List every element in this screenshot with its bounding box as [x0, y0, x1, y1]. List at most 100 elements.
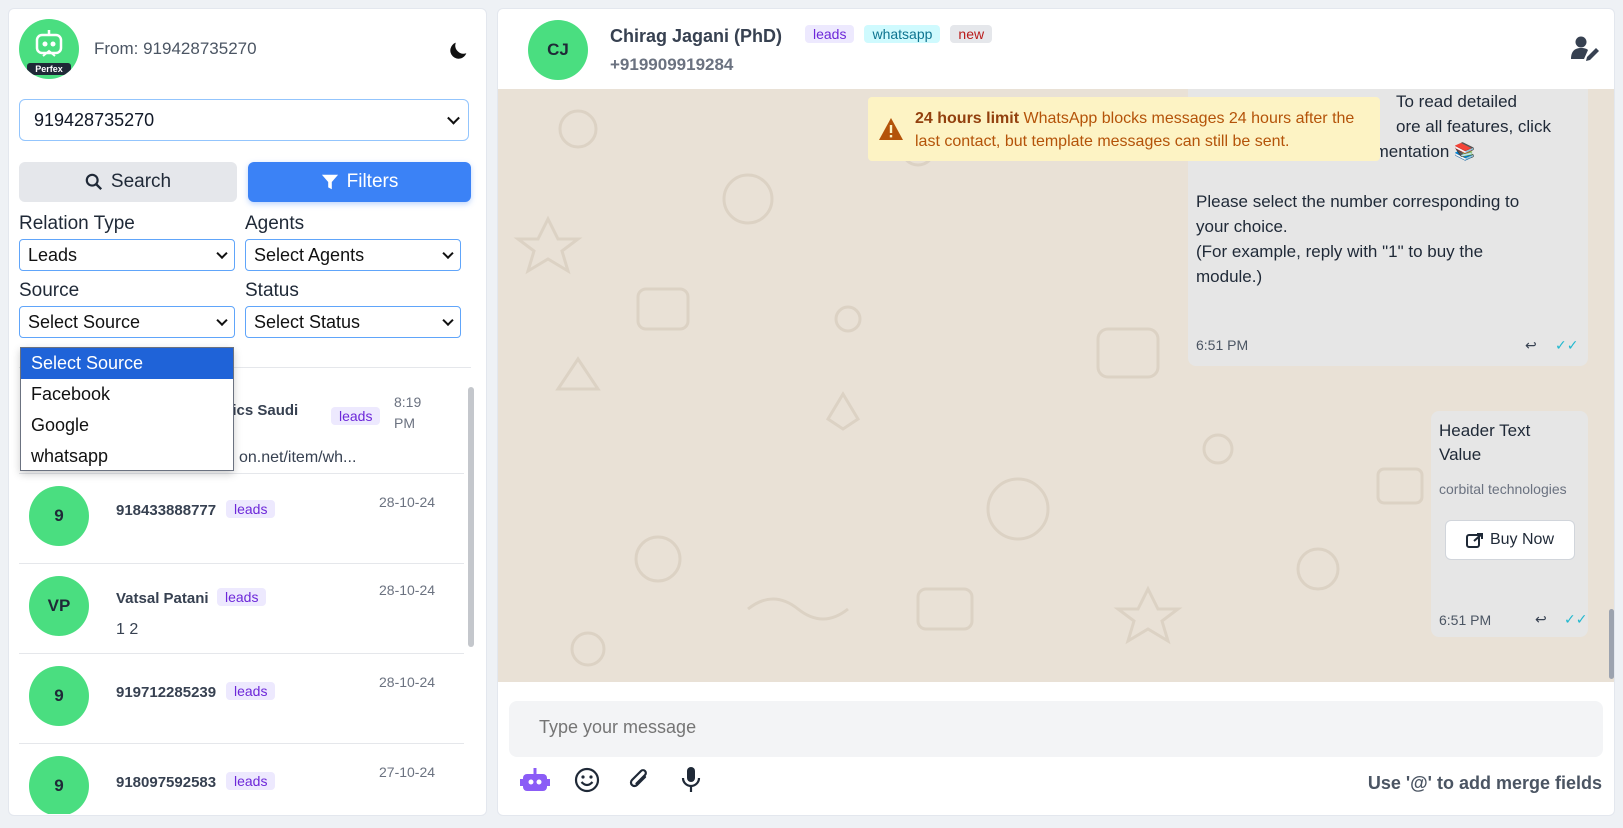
- contact-name: 919712285239: [116, 684, 217, 701]
- chat-panel: CJ Chirag Jagani (PhD) +919909919284 lea…: [497, 8, 1615, 816]
- source-label: Source: [19, 280, 80, 301]
- template-footer: corbital technologies: [1439, 481, 1567, 497]
- contact-row[interactable]: 9 918433888777 leads 28-10-24: [19, 474, 464, 564]
- message-line: (For example, reply with "1" to buy the: [1196, 242, 1484, 261]
- reply-icon[interactable]: ↩: [1525, 333, 1537, 358]
- source-option-select-source[interactable]: Select Source: [21, 348, 233, 379]
- contact-name: 918097592583: [116, 774, 217, 791]
- contact-row[interactable]: VP Vatsal Patani leads 28-10-24 1 2: [19, 564, 464, 654]
- status-label: Status: [245, 280, 299, 301]
- source-select[interactable]: Select Source: [19, 306, 235, 338]
- contact-name: Vatsal Patani: [116, 590, 209, 607]
- avatar: VP: [29, 576, 89, 636]
- chevron-down-icon: [216, 247, 228, 260]
- contact-tags: leads whatsapp new: [805, 25, 993, 43]
- search-button[interactable]: Search: [19, 162, 237, 202]
- brand-label: Perfex: [27, 63, 71, 75]
- contact-tag: leads: [217, 588, 267, 606]
- double-check-icon: ✓✓: [1555, 337, 1579, 353]
- chevron-down-icon: [447, 111, 460, 125]
- contact-tag: leads: [226, 772, 276, 790]
- sender-number-value: 919428735270: [34, 110, 155, 130]
- message-line: Please select the number corresponding t…: [1196, 192, 1520, 211]
- merge-fields-hint: Use '@' to add merge fields: [1367, 773, 1602, 793]
- voice-record-button[interactable]: [676, 765, 706, 795]
- message-input[interactable]: [539, 717, 1439, 738]
- from-number: From: 919428735270: [94, 39, 257, 58]
- search-button-label: Search: [110, 171, 172, 192]
- relation-type-value: Leads: [28, 245, 78, 265]
- avatar: 9: [29, 666, 89, 726]
- message-composer[interactable]: [509, 701, 1603, 757]
- contact-last-message: on.net/item/wh...: [239, 449, 357, 466]
- attach-button[interactable]: [624, 765, 654, 795]
- contact-tag: leads: [226, 500, 276, 518]
- source-option-whatsapp[interactable]: whatsapp: [21, 441, 233, 472]
- buy-now-button[interactable]: Buy Now: [1445, 520, 1575, 560]
- source-option-facebook[interactable]: Facebook: [21, 379, 233, 410]
- paperclip-icon: [629, 769, 647, 788]
- message-line: your choice.: [1196, 217, 1288, 236]
- robot-icon: [35, 30, 63, 57]
- 24-hour-limit-alert: 24 hours limit WhatsApp blocks messages …: [868, 97, 1380, 161]
- microphone-icon: [681, 767, 701, 792]
- contact-avatar: CJ: [528, 20, 588, 80]
- message-line: [1196, 164, 1584, 189]
- tag-whatsapp: whatsapp: [864, 25, 941, 43]
- warning-triangle-icon: [879, 118, 903, 140]
- emoji-button[interactable]: [572, 765, 602, 795]
- alert-title: 24 hours limit: [915, 110, 1020, 127]
- contact-time: 27-10-24: [379, 764, 436, 780]
- agents-label: Agents: [245, 213, 305, 234]
- message-time: 6:51 PM: [1196, 337, 1249, 353]
- contact-last-message: 1 2: [116, 621, 139, 638]
- template-message-bubble: Header Text Value corbital technologies …: [1431, 411, 1588, 637]
- chevron-down-icon: [442, 314, 454, 327]
- search-icon: [85, 173, 102, 191]
- contact-time: 28-10-24: [379, 582, 436, 598]
- status-value: Select Status: [254, 312, 361, 332]
- sender-number-select[interactable]: 919428735270: [19, 99, 469, 141]
- template-header: Header Text: [1439, 421, 1531, 440]
- contact-list-scrollbar[interactable]: [468, 387, 474, 647]
- ai-bot-button[interactable]: [520, 765, 550, 795]
- avatar: 9: [29, 486, 89, 546]
- message-line: module.): [1196, 267, 1263, 286]
- emoji-icon: [574, 767, 600, 793]
- agents-value: Select Agents: [254, 245, 365, 265]
- filters-button-label: Filters: [346, 171, 399, 192]
- contact-name: Chirag Jagani (PhD): [610, 26, 783, 46]
- reply-icon[interactable]: ↩: [1535, 611, 1547, 628]
- contact-tag: leads: [331, 407, 381, 425]
- source-option-google[interactable]: Google: [21, 410, 233, 441]
- source-value: Select Source: [28, 312, 141, 332]
- relation-type-label: Relation Type: [19, 213, 135, 234]
- filter-icon: [321, 174, 338, 190]
- filters-button[interactable]: Filters: [248, 162, 471, 202]
- contact-row[interactable]: 9 919712285239 leads 28-10-24: [19, 654, 464, 744]
- message-area: To read detailed ore all features, click…: [498, 89, 1614, 682]
- contact-time: 8:19 PM: [394, 394, 422, 431]
- composer-toolbar: [520, 765, 706, 795]
- contact-time: 28-10-24: [379, 494, 436, 510]
- message-area-scrollbar[interactable]: [1609, 609, 1614, 679]
- user-edit-icon[interactable]: [1570, 35, 1600, 61]
- agents-select[interactable]: Select Agents: [245, 239, 461, 271]
- share-icon: [1465, 533, 1483, 548]
- source-dropdown-menu: Select Source Facebook Google whatsapp: [20, 347, 234, 471]
- robot-icon: [520, 768, 550, 791]
- tag-new: new: [950, 25, 993, 43]
- contact-tag: leads: [226, 682, 276, 700]
- template-value: Value: [1439, 445, 1482, 464]
- relation-type-select[interactable]: Leads: [19, 239, 235, 271]
- contact-phone: +919909919284: [610, 55, 734, 74]
- app-logo: Perfex: [19, 19, 79, 79]
- message-time: 6:51 PM: [1439, 612, 1492, 628]
- chevron-down-icon: [216, 314, 228, 327]
- alert-text: 24 hours limit WhatsApp blocks messages …: [915, 107, 1375, 153]
- status-select[interactable]: Select Status: [245, 306, 461, 338]
- contact-time: 28-10-24: [379, 674, 436, 690]
- contact-row[interactable]: 9 918097592583 leads 27-10-24: [19, 744, 464, 814]
- dark-mode-moon-icon[interactable]: [448, 39, 470, 61]
- chevron-down-icon: [442, 247, 454, 260]
